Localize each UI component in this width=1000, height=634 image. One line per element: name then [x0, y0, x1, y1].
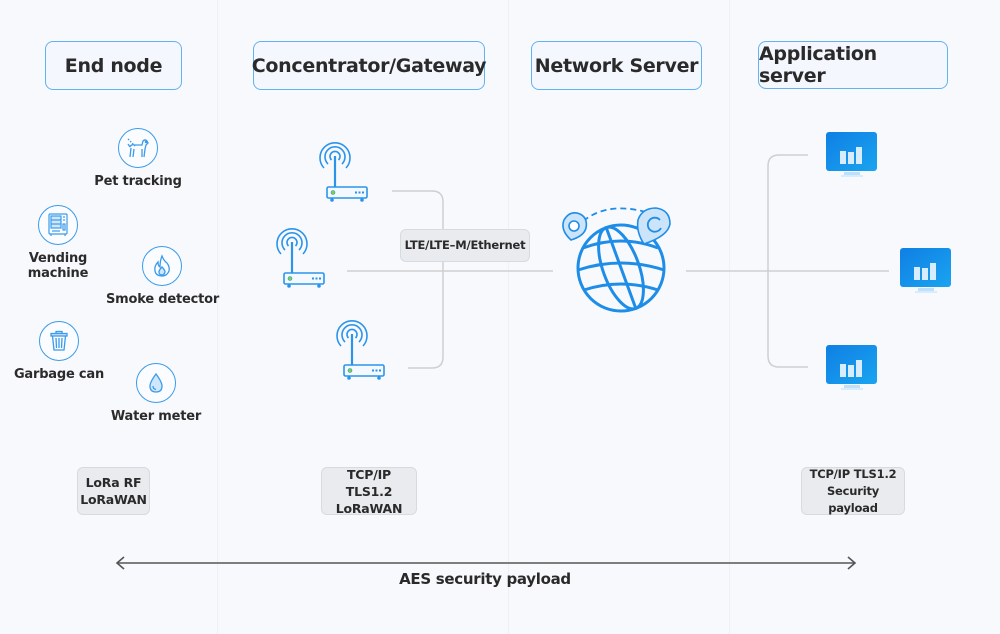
protocol-line: LoRa RF: [85, 475, 142, 490]
protocol-tag-gateway: TCP/IP TLS1.2 LoRaWAN: [321, 466, 417, 516]
globe-location-icon: [562, 207, 671, 313]
gateway-router-icon: [276, 228, 325, 288]
end-node-label-line: machine: [27, 266, 89, 281]
aes-double-arrow: [115, 556, 857, 570]
aes-security-label: AES security payload: [399, 570, 571, 588]
protocol-tag-app-server: TCP/IP TLS1.2 Security payload: [801, 467, 905, 515]
trash-can-icon: [39, 321, 79, 361]
end-node-garbage-can: Garbage can: [8, 321, 110, 382]
end-node-pet-tracking: Pet tracking: [88, 128, 188, 189]
gateway-connector-top: [392, 190, 444, 369]
gateway-router-icon: [319, 142, 368, 202]
monitor-chart-icon: [900, 248, 951, 293]
end-node-label: Vending machine: [8, 251, 108, 281]
monitor-chart-icon: [826, 345, 877, 390]
protocol-line: TCP/IP TLS1.2: [345, 466, 393, 499]
protocol-tag-end-node: LoRa RF LoRaWAN: [77, 467, 150, 515]
protocol-line: LoRaWAN: [80, 492, 147, 507]
dog-icon: [118, 128, 158, 168]
connector-lines: [115, 154, 889, 570]
end-node-smoke-detector: Smoke detector: [106, 246, 220, 307]
protocol-line: TCP/IP TLS1.2: [809, 466, 897, 481]
end-node-water-meter: Water meter: [105, 363, 207, 424]
end-node-label: Smoke detector: [106, 292, 220, 307]
water-drop-icon: [136, 363, 176, 403]
protocol-line: LoRaWAN: [335, 500, 403, 516]
protocol-line: Security payload: [826, 483, 880, 515]
flame-icon: [142, 246, 182, 286]
end-node-label: Garbage can: [13, 367, 105, 382]
gateway-router-icon: [336, 320, 385, 380]
monitor-chart-icon: [826, 132, 877, 177]
backhaul-label: LTE/LTE–M/Ethernet: [400, 229, 530, 262]
end-node-label: Pet tracking: [94, 174, 182, 189]
end-node-vending-machine: Vending machine: [8, 205, 108, 281]
end-node-label-line: Vending: [28, 251, 88, 266]
end-node-label: Water meter: [110, 409, 202, 424]
vending-machine-icon: [38, 205, 78, 245]
app-connector-bracket: [767, 154, 808, 368]
